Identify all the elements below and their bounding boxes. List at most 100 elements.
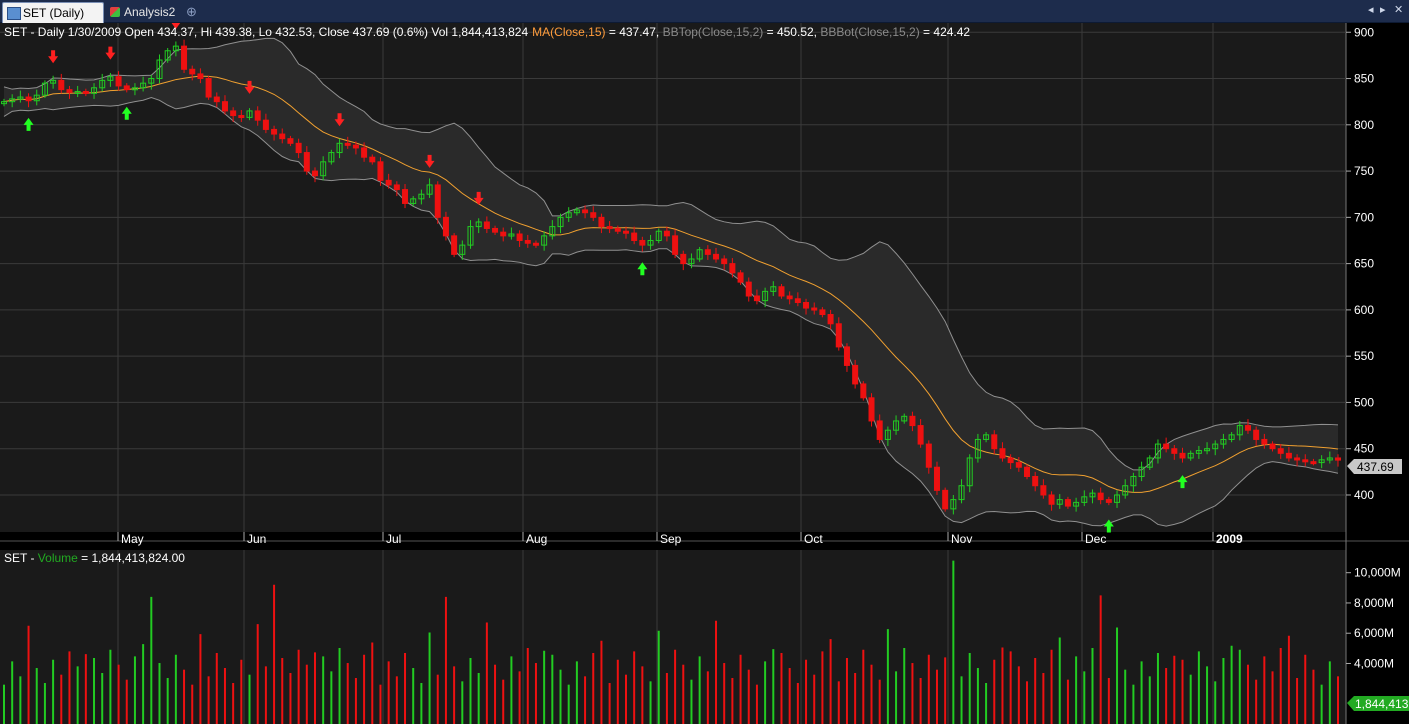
candle-body <box>606 226 613 230</box>
x-tick-label: 2009 <box>1216 532 1243 546</box>
last-volume-label: 1,844,413 <box>1355 697 1409 711</box>
candle-body <box>271 128 278 135</box>
candle-body <box>639 239 646 246</box>
volume-value: = 1,844,413,824.00 <box>78 551 185 565</box>
candle-body <box>213 96 220 103</box>
candle-body <box>713 253 720 260</box>
candle-body <box>361 147 368 158</box>
close-icon[interactable]: ✕ <box>1394 3 1403 16</box>
x-tick-label: Jun <box>247 532 266 546</box>
candle-body <box>369 156 376 163</box>
y-tick-label: 650 <box>1354 257 1374 271</box>
candle-body <box>205 78 212 98</box>
chart-icon <box>7 7 21 20</box>
last-price-tag: 437.69 <box>1347 459 1402 474</box>
candle-body <box>1302 459 1309 463</box>
candle-body <box>819 309 826 316</box>
candle-body <box>786 295 793 300</box>
candle-body <box>753 295 760 302</box>
candle-body <box>189 68 196 75</box>
candle-body <box>1335 457 1341 461</box>
candle-body <box>115 76 122 87</box>
candle-body <box>287 138 294 144</box>
candle-body <box>295 142 302 154</box>
candle-body <box>598 216 605 228</box>
candle-body <box>1007 457 1014 464</box>
tab-set-daily[interactable]: SET (Daily) <box>2 2 104 23</box>
volume-label: Volume <box>38 551 78 565</box>
candle-body <box>181 45 188 70</box>
candle-body <box>868 397 875 422</box>
candle-body <box>254 110 261 121</box>
candle-body <box>1261 438 1268 445</box>
candle-body <box>1244 425 1251 431</box>
candle-body <box>942 489 949 510</box>
candle-body <box>385 179 392 186</box>
candle-body <box>1064 499 1071 507</box>
candle-body <box>737 272 744 283</box>
y-tick-label: 500 <box>1354 395 1374 409</box>
vol-tick-label: 6,000M <box>1354 626 1394 640</box>
candle-body <box>1097 492 1104 501</box>
vol-tick-label: 10,000M <box>1354 566 1401 580</box>
candle-body <box>516 233 523 241</box>
new-tab-icon[interactable]: ⊕ <box>186 4 197 20</box>
chart-area[interactable]: 400 450 500 550 600 650 700 750 800 850 900 May Jun… <box>0 23 1409 724</box>
candle-body <box>532 242 539 246</box>
tab-analysis2[interactable]: Analysis2 <box>108 2 198 22</box>
candle-body <box>614 227 621 232</box>
y-tick-label: 850 <box>1354 72 1374 86</box>
candle-body <box>402 189 409 204</box>
x-tick-label: May <box>121 532 144 546</box>
candle-body <box>999 448 1006 459</box>
candle-body <box>221 101 228 112</box>
candle-body <box>483 221 490 229</box>
candle-body <box>393 184 400 191</box>
candle-body <box>451 235 458 255</box>
candle-body <box>238 115 245 119</box>
candle-body <box>1277 448 1284 454</box>
bbbot-label: BBBot(Close,15,2) <box>820 25 919 39</box>
candle-body <box>835 323 842 348</box>
candle-body <box>729 263 736 274</box>
candle-body <box>827 314 834 325</box>
candle-body <box>803 301 810 309</box>
candle-body <box>1024 466 1031 477</box>
candle-body <box>852 364 859 385</box>
candle-body <box>1269 443 1276 450</box>
candle-body <box>352 144 359 149</box>
y-tick-label: 450 <box>1354 442 1374 456</box>
volume-header: SET - Volume = 1,844,413,824.00 <box>4 551 185 565</box>
candle-body <box>680 253 687 265</box>
candle-body <box>925 443 932 468</box>
candle-body <box>843 346 850 366</box>
volume-pane <box>0 550 1346 724</box>
volume-header-prefix: SET - <box>4 551 38 565</box>
ma-label: MA(Close,15) <box>532 25 605 39</box>
x-tick-label: Jul <box>386 532 401 546</box>
bbtop-label: BBTop(Close,15,2) <box>663 25 764 39</box>
candle-body <box>58 79 65 91</box>
candle-body <box>262 119 269 130</box>
x-tick-label: Oct <box>804 532 823 546</box>
scroll-left-icon[interactable]: ◂ <box>1368 3 1374 16</box>
candle-body <box>1294 457 1301 461</box>
tab-label: Analysis2 <box>124 5 176 19</box>
y-tick-label: 550 <box>1354 349 1374 363</box>
scroll-right-icon[interactable]: ▸ <box>1380 3 1386 16</box>
x-tick-label: Aug <box>526 532 547 546</box>
candle-body <box>25 96 32 102</box>
y-tick-label: 400 <box>1354 488 1374 502</box>
candle-body <box>197 73 204 80</box>
analysis-icon <box>110 7 120 17</box>
candle-body <box>344 142 351 146</box>
x-tick-label: Nov <box>951 532 972 546</box>
candle-body <box>1163 443 1170 450</box>
price-header-prefix: SET - Daily 1/30/2009 Open 434.37, Hi 43… <box>4 25 528 39</box>
vol-tick-label: 8,000M <box>1354 596 1394 610</box>
tab-bar: SET (Daily) Analysis2 ⊕ ◂ ▸ ✕ <box>0 0 1409 23</box>
candle-body <box>230 110 237 117</box>
y-tick-label: 600 <box>1354 303 1374 317</box>
candle-body <box>1040 485 1047 496</box>
candle-body <box>1179 452 1186 459</box>
